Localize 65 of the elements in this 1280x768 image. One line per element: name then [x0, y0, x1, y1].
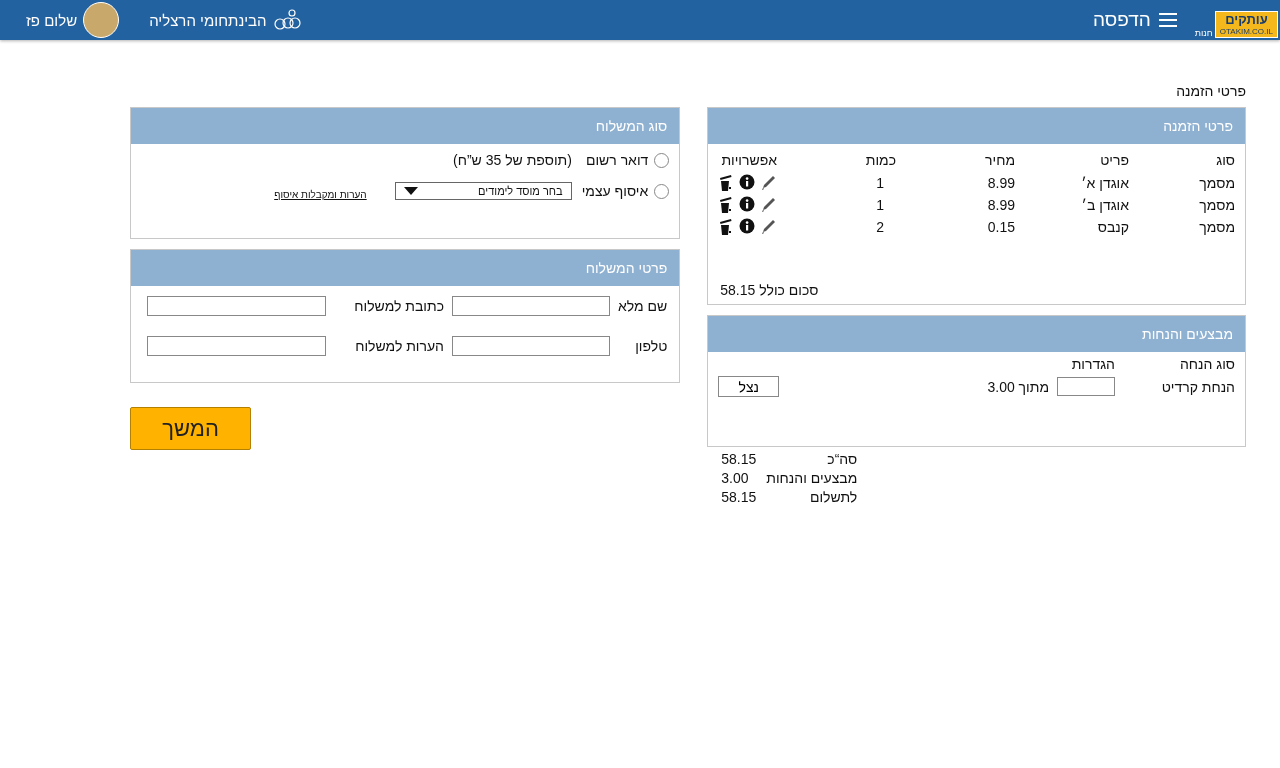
column-header: סוג הנחה [1178, 356, 1235, 374]
institution-name: הבינתחומי הרצליה [149, 11, 267, 29]
option-label: דואר רשום [585, 152, 649, 168]
column-header: סוג [1129, 148, 1235, 172]
field-label: כתובת למשלוח [353, 298, 444, 314]
menu-icon [1158, 13, 1177, 27]
field-label: הערות למשלוח [354, 338, 444, 354]
edit-icon[interactable] [760, 174, 777, 192]
page-title: פרטי הזמנה [1175, 82, 1246, 100]
panel-header: פרטי הזמנה [708, 108, 1245, 144]
option-label: איסוף עצמי [581, 183, 649, 199]
radio-button[interactable] [654, 183, 670, 199]
edit-icon[interactable] [760, 218, 777, 236]
redeem-button[interactable]: נצל [718, 376, 780, 397]
max-credit: מתוך 3.00 [987, 378, 1049, 395]
bubbles-icon [272, 8, 301, 32]
table-cell: קנבס [1015, 216, 1129, 238]
caret-icon [403, 187, 418, 195]
column-header: הגדרות [1070, 356, 1115, 374]
column-header: פריט [1099, 151, 1129, 170]
institution-dropdown[interactable]: בחר מוסד לימודים [394, 182, 572, 200]
pickup-notes-link[interactable]: הערות ומקבלות איסוף [274, 188, 367, 200]
table-cell-text: 8.99 [986, 174, 1015, 193]
summary-label: סה“כ [826, 450, 858, 469]
edit-icon[interactable] [760, 196, 777, 214]
logo-tag: חנות [1194, 28, 1213, 38]
table-cell-text: 1 [875, 174, 885, 193]
column-header: כמות [777, 148, 896, 172]
summary-value: 58.15 [721, 450, 758, 469]
table-cell-text: 1 [875, 196, 885, 215]
table-cell-text: 2 [875, 218, 885, 237]
field-label: שם מלא [618, 298, 668, 314]
column-header: אפשרויות [720, 151, 777, 170]
radio-button[interactable] [654, 152, 670, 168]
table-cell: מסמך [1129, 216, 1235, 238]
summary-label: מבצעים והנחות [765, 469, 858, 488]
user-greeting: שלום פז [26, 11, 78, 29]
info-icon[interactable] [739, 218, 756, 236]
panel-header: מבצעים והנחות [708, 316, 1245, 352]
discount-type: הנחת קרדיט [1160, 378, 1235, 395]
summary-value: 3.00 [721, 469, 750, 488]
info-icon[interactable] [739, 196, 756, 214]
input-field[interactable] [452, 336, 610, 356]
info-icon[interactable] [739, 174, 756, 192]
table-cell: אוגדן א׳ [1015, 172, 1129, 194]
panel-header: סוג המשלוח [131, 108, 680, 144]
table-cell-text: 0.15 [986, 218, 1015, 237]
credit-input[interactable] [1057, 377, 1115, 396]
table-cell: אוגדן ב׳ [1015, 194, 1129, 216]
avatar [83, 2, 120, 38]
field-label: טלפון [634, 338, 668, 354]
input-field[interactable] [147, 296, 326, 316]
order-total: סכום כולל 58.15 [720, 282, 819, 298]
panel-header: פרטי המשלוח [131, 250, 680, 286]
menu-button[interactable]: הדפסה [1092, 9, 1177, 31]
table-cell-text: 8.99 [986, 196, 1015, 215]
table-cell: מסמך [1129, 172, 1235, 194]
input-field[interactable] [147, 336, 326, 356]
column-header: מחיר [896, 148, 1015, 172]
summary-label: לתשלום [809, 488, 858, 507]
continue-button[interactable]: המשך [130, 407, 251, 450]
option-note: (תוספת של 35 ש”ח) [453, 152, 572, 168]
table-cell: מסמך [1129, 194, 1235, 216]
summary-value: 58.15 [721, 488, 758, 507]
input-field[interactable] [452, 296, 610, 316]
